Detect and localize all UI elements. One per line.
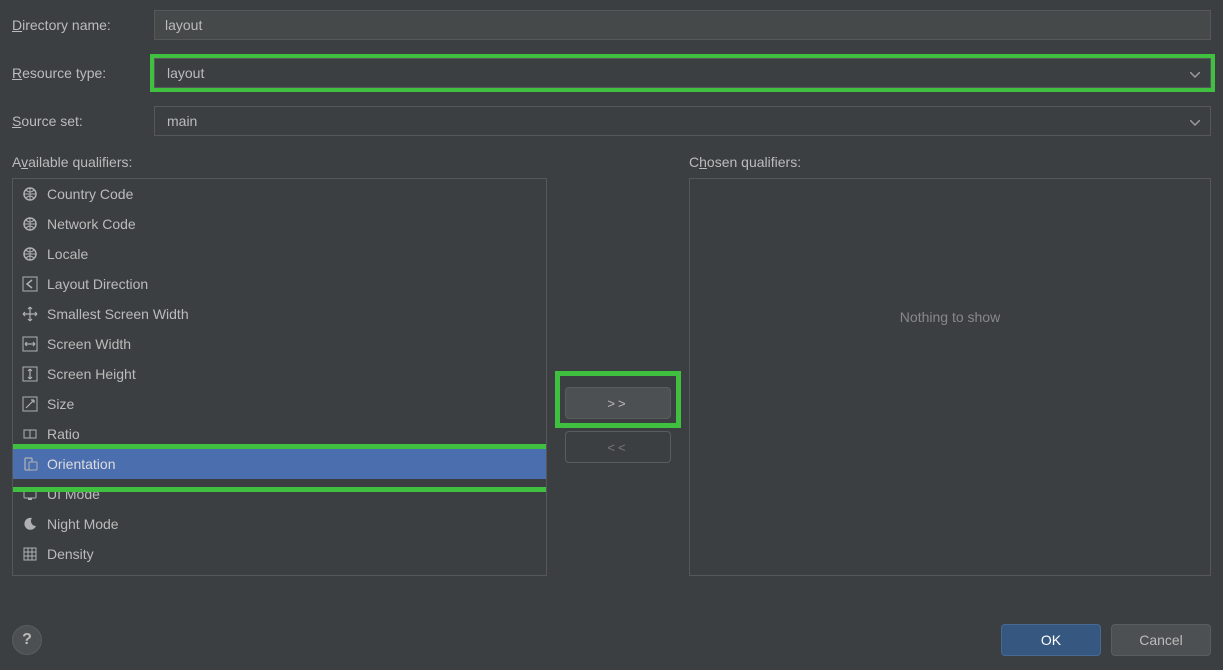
qualifier-item-density[interactable]: Density xyxy=(13,539,546,569)
density-icon xyxy=(21,545,39,563)
qualifier-item-label: Night Mode xyxy=(47,516,119,532)
chosen-empty-message: Nothing to show xyxy=(690,309,1210,325)
qualifier-item-label: Density xyxy=(47,546,94,562)
available-qualifiers-panel: Available qualifiers: Country Code Networ… xyxy=(12,154,547,576)
qualifier-item-label: Layout Direction xyxy=(47,276,148,292)
orientation-icon xyxy=(21,455,39,473)
transfer-buttons: >> << xyxy=(559,154,677,576)
qualifier-item-layout-direction[interactable]: Layout Direction xyxy=(13,269,546,299)
qualifier-item-label: Size xyxy=(47,396,74,412)
qualifier-item-screen-height[interactable]: Screen Height xyxy=(13,359,546,389)
chevron-down-icon xyxy=(1190,65,1200,81)
source-set-combo[interactable]: main xyxy=(154,106,1211,136)
globe-icon xyxy=(21,245,39,263)
qualifier-item-label: Orientation xyxy=(47,456,115,472)
resize-icon xyxy=(21,395,39,413)
qualifier-item-label: Smallest Screen Width xyxy=(47,306,189,322)
chosen-qualifiers-list[interactable]: Nothing to show xyxy=(689,178,1211,576)
qualifier-item-label: Locale xyxy=(47,246,88,262)
ui-mode-icon xyxy=(21,485,39,503)
resource-type-value: layout xyxy=(167,65,204,81)
resource-type-combo[interactable]: layout xyxy=(154,58,1211,88)
source-set-row: Source set: main xyxy=(12,106,1211,136)
qualifier-item-network-code[interactable]: Network Code xyxy=(13,209,546,239)
qualifier-item-label: Network Code xyxy=(47,216,136,232)
qualifier-item-label: Screen Width xyxy=(47,336,131,352)
qualifier-item-smallest-screen-width[interactable]: Smallest Screen Width xyxy=(13,299,546,329)
qualifier-item-locale[interactable]: Locale xyxy=(13,239,546,269)
add-qualifier-button[interactable]: >> xyxy=(565,387,671,419)
night-icon xyxy=(21,515,39,533)
qualifier-item-ui-mode[interactable]: UI Mode xyxy=(13,479,546,509)
source-set-value: main xyxy=(167,113,197,129)
globe-net-icon xyxy=(21,215,39,233)
globe-flag-icon xyxy=(21,185,39,203)
qualifier-item-orientation[interactable]: Orientation xyxy=(13,449,546,479)
qualifier-panels: Available qualifiers: Country Code Networ… xyxy=(12,154,1211,576)
directory-name-label: Directory name: xyxy=(12,17,154,33)
chosen-qualifiers-label: Chosen qualifiers: xyxy=(689,154,1211,170)
resource-type-row: Resource type: layout xyxy=(12,58,1211,88)
cancel-button[interactable]: Cancel xyxy=(1111,624,1211,656)
qualifier-item-size[interactable]: Size xyxy=(13,389,546,419)
qualifier-item-ratio[interactable]: Ratio xyxy=(13,419,546,449)
qualifier-item-screen-width[interactable]: Screen Width xyxy=(13,329,546,359)
arrows-h-icon xyxy=(21,335,39,353)
qualifier-item-label: Ratio xyxy=(47,426,80,442)
arrows-v-icon xyxy=(21,365,39,383)
help-button[interactable]: ? xyxy=(12,625,42,655)
available-qualifiers-list[interactable]: Country Code Network Code Locale Layout Dir… xyxy=(12,178,547,576)
arrow-left-icon xyxy=(21,275,39,293)
chosen-qualifiers-panel: Chosen qualifiers: Nothing to show xyxy=(689,154,1211,576)
arrows-all-icon xyxy=(21,305,39,323)
qualifier-item-night-mode[interactable]: Night Mode xyxy=(13,509,546,539)
directory-name-input[interactable] xyxy=(154,10,1211,40)
qualifier-item-label: Country Code xyxy=(47,186,133,202)
resource-type-label: Resource type: xyxy=(12,65,154,81)
directory-name-row: Directory name: xyxy=(12,10,1211,40)
qualifier-item-label: Screen Height xyxy=(47,366,136,382)
qualifier-item-label: UI Mode xyxy=(47,486,100,502)
source-set-label: Source set: xyxy=(12,113,154,129)
chevron-down-icon xyxy=(1190,113,1200,129)
available-qualifiers-label: Available qualifiers: xyxy=(12,154,547,170)
remove-qualifier-button[interactable]: << xyxy=(565,431,671,463)
ok-button[interactable]: OK xyxy=(1001,624,1101,656)
ratio-icon xyxy=(21,425,39,443)
dialog-footer: ? OK Cancel xyxy=(12,624,1211,656)
qualifier-item-country-code[interactable]: Country Code xyxy=(13,179,546,209)
